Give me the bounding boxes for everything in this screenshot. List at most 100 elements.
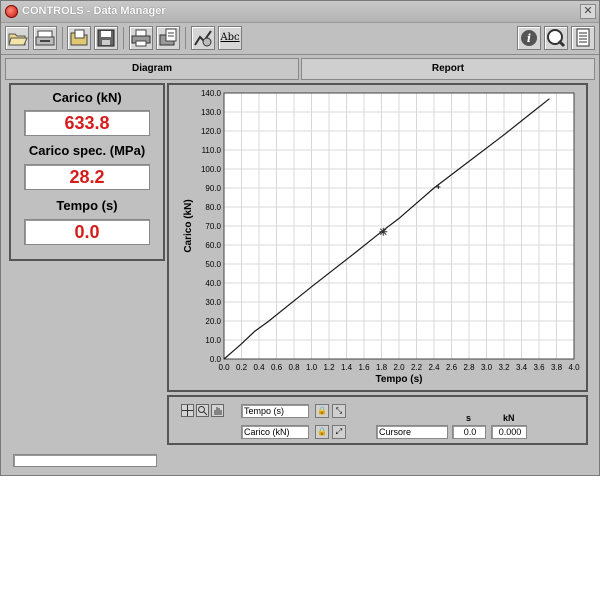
toolbar: Abc i xyxy=(1,23,599,55)
x-tick-label: 3.6 xyxy=(533,363,545,372)
x-lock-button[interactable]: 🔒 xyxy=(315,404,329,418)
y-lock-button[interactable]: 🔒 xyxy=(315,425,329,439)
cursor-marker xyxy=(379,227,388,236)
search-icon xyxy=(547,29,566,48)
y-axis-label: Carico (kN) xyxy=(183,199,194,252)
graph-settings-button[interactable] xyxy=(191,26,215,50)
font-button[interactable]: Abc xyxy=(218,26,242,50)
y-axis-scale-icon: ⤢ xyxy=(335,427,343,436)
x-tick-label: 3.0 xyxy=(481,363,493,372)
cursor-s-value: 0.0 xyxy=(452,425,486,439)
y-tick-label: 10.0 xyxy=(205,336,221,345)
print-button[interactable] xyxy=(129,26,153,50)
carico-spec-value: 28.2 xyxy=(24,164,150,190)
x-tick-label: 2.0 xyxy=(393,363,405,372)
export-button[interactable] xyxy=(156,26,180,50)
y-axis-field[interactable]: Carico (kN) xyxy=(241,425,309,439)
y-tick-label: 60.0 xyxy=(205,241,221,250)
chart-panel: 0.0 0.2 0.4 0.6 0.8 1.0 1.2 1.4 1.6 1.8 2.0 2.2 2.4 2… xyxy=(167,83,588,392)
unit-s-header: s xyxy=(466,413,472,423)
unit-kn-header: kN xyxy=(503,413,515,423)
y-tick-label: 30.0 xyxy=(205,298,221,307)
lock-icon: 🔒 xyxy=(317,427,327,436)
tempo-label: Tempo (s) xyxy=(56,198,118,213)
x-tick-label: 0.0 xyxy=(218,363,230,372)
window-title: CONTROLS - Data Manager xyxy=(22,5,166,17)
title-bar: CONTROLS - Data Manager ✕ xyxy=(1,1,599,23)
close-icon: ✕ xyxy=(583,5,593,17)
carico-value: 633.8 xyxy=(24,110,150,136)
y-tick-label: 120.0 xyxy=(201,127,222,136)
y-tick-label: 130.0 xyxy=(201,108,222,117)
info-icon: i xyxy=(521,30,537,46)
x-tick-label: 0.6 xyxy=(271,363,283,372)
x-axis-field[interactable]: Tempo (s) xyxy=(241,404,309,418)
app-window: CONTROLS - Data Manager ✕ Abc i Diagram … xyxy=(0,0,600,476)
save-icon xyxy=(97,29,115,47)
y-tick-label: 100.0 xyxy=(201,165,222,174)
y-tick-label: 140.0 xyxy=(201,89,222,98)
tab-bar: Diagram Report xyxy=(5,58,597,80)
y-tick-label: 90.0 xyxy=(205,184,221,193)
zoom-icon xyxy=(198,406,208,416)
cursor-kn-value: 0.000 xyxy=(491,425,527,439)
app-icon xyxy=(5,5,18,18)
x-tick-label: 3.4 xyxy=(516,363,528,372)
toolbar-separator xyxy=(123,27,124,49)
graph-settings-icon xyxy=(194,30,212,47)
export-icon xyxy=(159,28,177,46)
x-tick-label: 1.4 xyxy=(341,363,353,372)
carico-spec-label: Carico spec. (MPa) xyxy=(28,143,146,158)
x-tick-label: 1.0 xyxy=(306,363,318,372)
crosshair-tool-button[interactable] xyxy=(181,404,194,417)
x-tick-label: 0.2 xyxy=(236,363,248,372)
line-chart[interactable]: 0.0 0.2 0.4 0.6 0.8 1.0 1.2 1.4 1.6 1.8 2.0 2.2 2.4 2… xyxy=(169,85,586,390)
x-tick-label: 2.8 xyxy=(463,363,475,372)
crosshair-icon xyxy=(182,405,193,416)
toolbar-separator xyxy=(62,27,63,49)
tab-report[interactable]: Report xyxy=(301,58,595,80)
save-button[interactable] xyxy=(94,26,118,50)
status-field xyxy=(13,454,157,467)
cursor-field: Cursore xyxy=(376,425,448,439)
x-tick-label: 0.8 xyxy=(288,363,300,372)
search-button[interactable] xyxy=(544,26,568,50)
x-tick-label: 1.8 xyxy=(376,363,388,372)
x-tick-label: 0.4 xyxy=(253,363,265,372)
open-file-icon xyxy=(70,29,88,46)
pan-tool-button[interactable] xyxy=(211,404,224,417)
open-folder-button[interactable] xyxy=(5,26,29,50)
x-tick-label: 1.6 xyxy=(358,363,370,372)
y-scale-button[interactable]: ⤢ xyxy=(332,425,346,439)
y-tick-label: 80.0 xyxy=(205,203,221,212)
cursor-panel: Tempo (s) 🔒 ⤡ Carico (kN) 🔒 ⤢ s kN Curso… xyxy=(167,395,588,445)
toolbar-separator xyxy=(185,27,186,49)
x-tick-label: 1.2 xyxy=(323,363,335,372)
report-button[interactable] xyxy=(571,26,595,50)
status-bar xyxy=(5,451,597,471)
tab-diagram[interactable]: Diagram xyxy=(5,58,299,80)
font-abc-icon: Abc xyxy=(220,32,240,43)
open-file-button[interactable] xyxy=(67,26,91,50)
x-tick-label: 2.2 xyxy=(411,363,423,372)
y-tick-label: 0.0 xyxy=(210,355,222,364)
y-tick-label: 70.0 xyxy=(205,222,221,231)
readout-panel: Carico (kN) 633.8 Carico spec. (MPa) 28.… xyxy=(9,83,165,261)
x-scale-button[interactable]: ⤡ xyxy=(332,404,346,418)
x-axis-scale-icon: ⤡ xyxy=(335,406,343,415)
close-button[interactable]: ✕ xyxy=(580,4,596,19)
x-tick-label: 3.8 xyxy=(551,363,563,372)
hand-icon xyxy=(214,407,222,415)
y-tick-label: 110.0 xyxy=(202,146,222,155)
y-tick-label: 20.0 xyxy=(205,317,221,326)
zoom-tool-button[interactable] xyxy=(196,404,209,417)
print-preview-button[interactable] xyxy=(33,26,57,50)
open-folder-icon xyxy=(8,33,28,46)
tempo-value: 0.0 xyxy=(24,219,150,245)
x-tick-label: 3.2 xyxy=(498,363,510,372)
x-tick-label: 2.4 xyxy=(428,363,440,372)
y-tick-label: 40.0 xyxy=(205,279,221,288)
report-icon xyxy=(576,28,590,47)
x-tick-label: 2.6 xyxy=(446,363,458,372)
info-button[interactable]: i xyxy=(517,26,541,50)
